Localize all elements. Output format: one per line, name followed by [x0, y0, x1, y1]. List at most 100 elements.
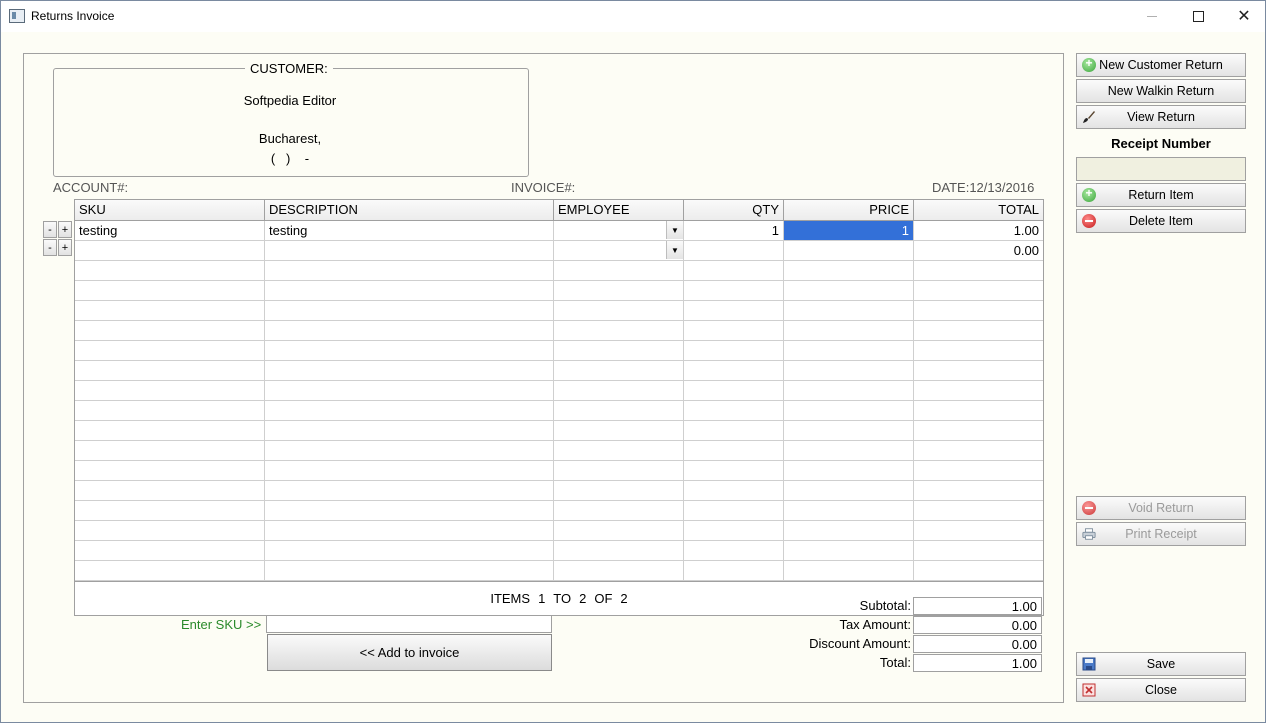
empty-cell[interactable] — [914, 561, 1043, 580]
empty-cell[interactable] — [75, 421, 265, 440]
row-2-plus-button[interactable]: + — [58, 239, 72, 256]
empty-cell[interactable] — [914, 381, 1043, 400]
empty-cell[interactable] — [265, 261, 554, 280]
empty-cell[interactable] — [554, 461, 684, 480]
empty-cell[interactable] — [265, 481, 554, 500]
empty-cell[interactable] — [75, 561, 265, 580]
empty-cell[interactable] — [914, 521, 1043, 540]
empty-cell[interactable] — [75, 501, 265, 520]
empty-cell[interactable] — [265, 341, 554, 360]
empty-cell[interactable] — [914, 301, 1043, 320]
empty-cell[interactable] — [265, 321, 554, 340]
empty-cell[interactable] — [75, 401, 265, 420]
empty-cell[interactable] — [784, 401, 914, 420]
empty-cell[interactable] — [554, 401, 684, 420]
empty-cell[interactable] — [914, 541, 1043, 560]
empty-cell[interactable] — [684, 321, 784, 340]
empty-cell[interactable] — [265, 541, 554, 560]
empty-cell[interactable] — [554, 361, 684, 380]
close-button[interactable]: Close — [1076, 678, 1246, 702]
empty-cell[interactable] — [554, 521, 684, 540]
empty-cell[interactable] — [265, 421, 554, 440]
empty-cell[interactable] — [75, 341, 265, 360]
empty-cell[interactable] — [684, 461, 784, 480]
empty-cell[interactable] — [554, 341, 684, 360]
empty-cell[interactable] — [784, 421, 914, 440]
empty-cell[interactable] — [914, 421, 1043, 440]
empty-cell[interactable] — [265, 301, 554, 320]
empty-cell[interactable] — [784, 301, 914, 320]
void-return-button[interactable]: Void Return — [1076, 496, 1246, 520]
new-walkin-return-button[interactable]: New Walkin Return — [1076, 79, 1246, 103]
empty-cell[interactable] — [75, 281, 265, 300]
cell-sku[interactable] — [75, 241, 265, 260]
header-total[interactable]: TOTAL — [914, 200, 1043, 220]
empty-cell[interactable] — [265, 521, 554, 540]
empty-cell[interactable] — [75, 361, 265, 380]
empty-cell[interactable] — [265, 561, 554, 580]
new-customer-return-button[interactable]: New Customer Return — [1076, 53, 1246, 77]
chevron-down-icon[interactable]: ▼ — [666, 241, 683, 259]
empty-cell[interactable] — [784, 481, 914, 500]
empty-cell[interactable] — [684, 421, 784, 440]
header-qty[interactable]: QTY — [684, 200, 784, 220]
empty-cell[interactable] — [784, 521, 914, 540]
empty-cell[interactable] — [784, 281, 914, 300]
delete-item-button[interactable]: Delete Item — [1076, 209, 1246, 233]
empty-cell[interactable] — [684, 301, 784, 320]
empty-cell[interactable] — [784, 361, 914, 380]
view-return-button[interactable]: View Return — [1076, 105, 1246, 129]
empty-cell[interactable] — [554, 541, 684, 560]
empty-cell[interactable] — [784, 381, 914, 400]
save-button[interactable]: Save — [1076, 652, 1246, 676]
empty-cell[interactable] — [75, 541, 265, 560]
empty-cell[interactable] — [684, 341, 784, 360]
empty-cell[interactable] — [265, 501, 554, 520]
empty-cell[interactable] — [684, 261, 784, 280]
empty-cell[interactable] — [554, 501, 684, 520]
empty-cell[interactable] — [914, 341, 1043, 360]
cell-qty[interactable] — [684, 241, 784, 260]
header-price[interactable]: PRICE — [784, 200, 914, 220]
empty-cell[interactable] — [265, 281, 554, 300]
cell-qty[interactable]: 1 — [684, 221, 784, 240]
cell-employee-select[interactable]: ▼ — [554, 221, 684, 240]
receipt-number-input[interactable] — [1076, 157, 1246, 181]
empty-cell[interactable] — [554, 281, 684, 300]
minimize-button[interactable] — [1129, 1, 1175, 31]
empty-cell[interactable] — [75, 481, 265, 500]
cell-description[interactable] — [265, 241, 554, 260]
empty-cell[interactable] — [265, 361, 554, 380]
empty-cell[interactable] — [265, 441, 554, 460]
empty-cell[interactable] — [265, 401, 554, 420]
empty-cell[interactable] — [914, 361, 1043, 380]
empty-cell[interactable] — [75, 321, 265, 340]
empty-cell[interactable] — [554, 301, 684, 320]
cell-sku[interactable]: testing — [75, 221, 265, 240]
empty-cell[interactable] — [75, 441, 265, 460]
empty-cell[interactable] — [914, 501, 1043, 520]
empty-cell[interactable] — [914, 321, 1043, 340]
empty-cell[interactable] — [684, 381, 784, 400]
empty-cell[interactable] — [784, 321, 914, 340]
header-description[interactable]: DESCRIPTION — [265, 200, 554, 220]
empty-cell[interactable] — [684, 481, 784, 500]
row-1-plus-button[interactable]: + — [58, 221, 72, 238]
cell-price[interactable]: 1 — [784, 221, 914, 240]
empty-cell[interactable] — [784, 541, 914, 560]
empty-cell[interactable] — [75, 261, 265, 280]
empty-cell[interactable] — [784, 461, 914, 480]
empty-cell[interactable] — [684, 561, 784, 580]
empty-cell[interactable] — [554, 561, 684, 580]
empty-cell[interactable] — [75, 521, 265, 540]
empty-cell[interactable] — [914, 441, 1043, 460]
empty-cell[interactable] — [265, 461, 554, 480]
empty-cell[interactable] — [914, 281, 1043, 300]
empty-cell[interactable] — [684, 541, 784, 560]
empty-cell[interactable] — [914, 261, 1043, 280]
window-close-button[interactable]: ✕ — [1221, 1, 1266, 31]
empty-cell[interactable] — [684, 401, 784, 420]
cell-employee-select[interactable]: ▼ — [554, 241, 684, 260]
empty-cell[interactable] — [784, 501, 914, 520]
row-1-minus-button[interactable]: - — [43, 221, 57, 238]
